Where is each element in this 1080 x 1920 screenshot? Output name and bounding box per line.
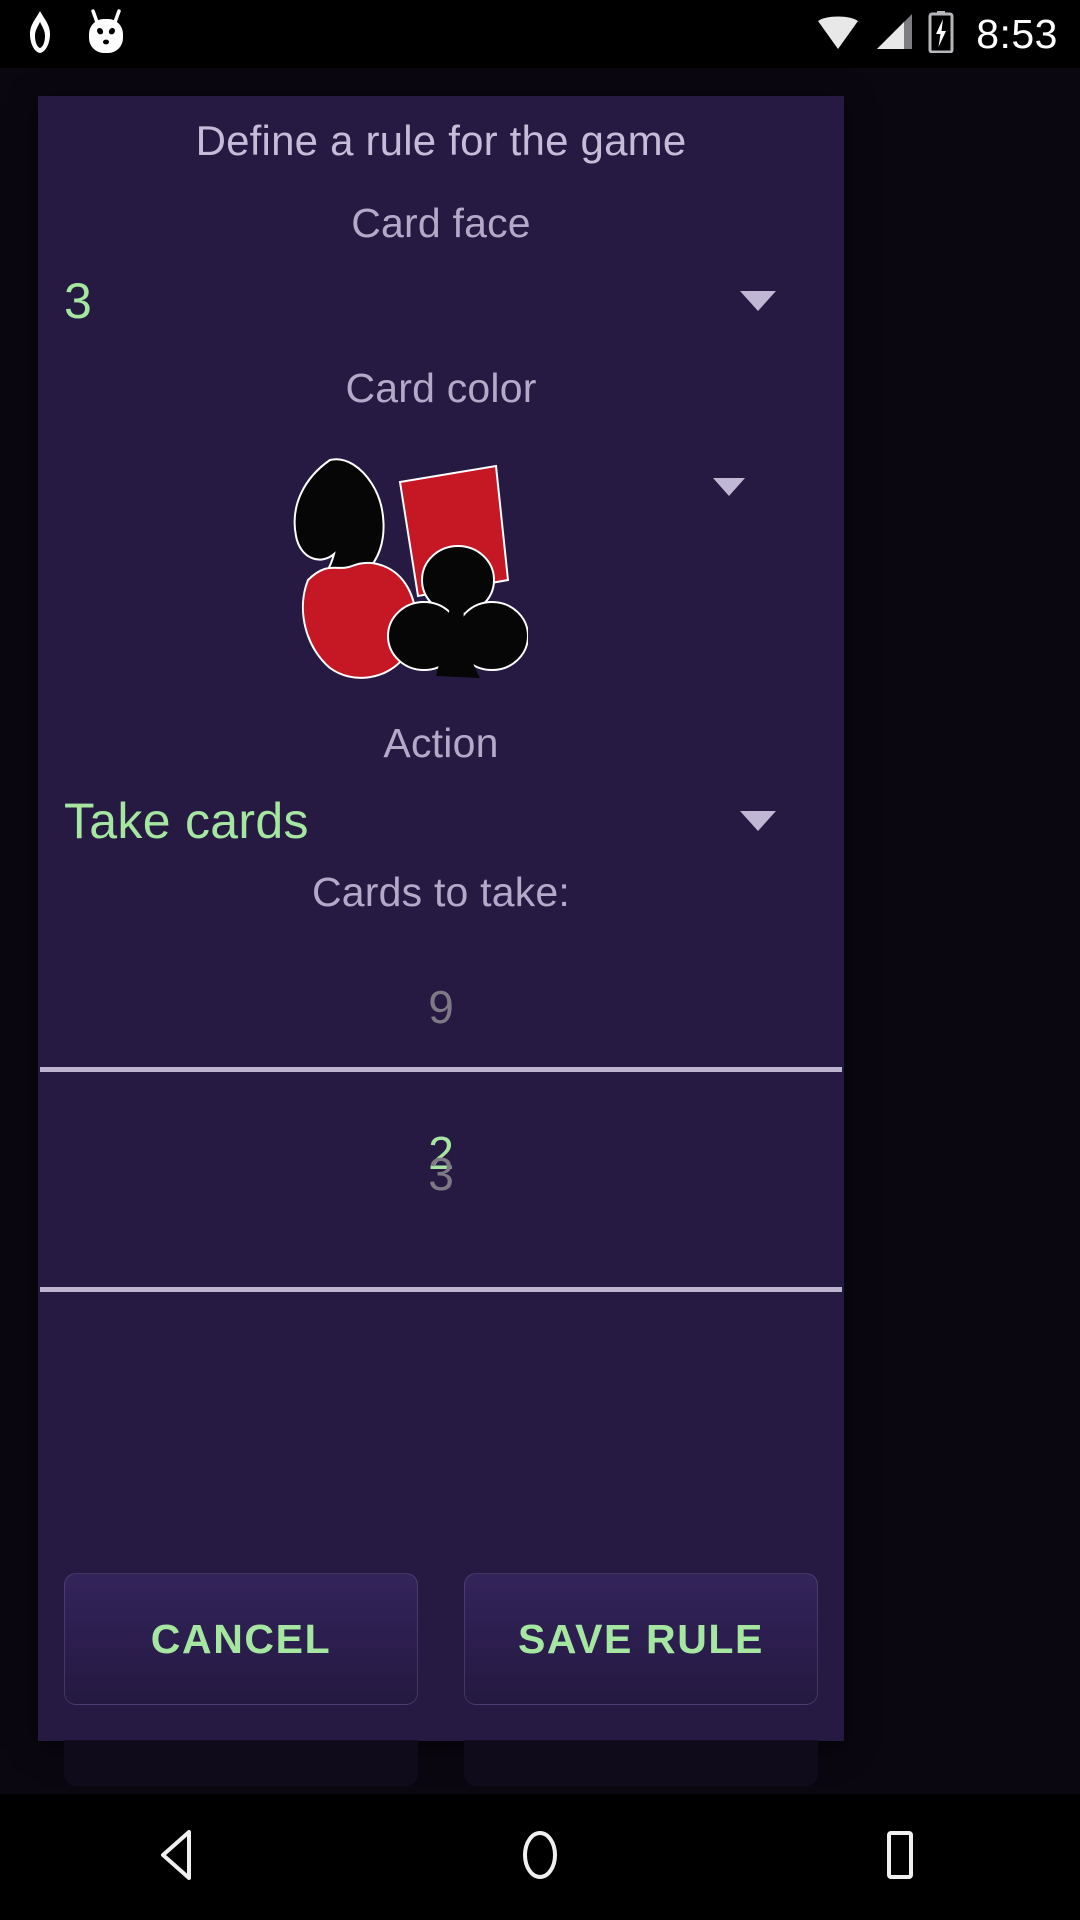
save-rule-button[interactable]: SAVE RULE xyxy=(464,1573,818,1705)
chevron-down-icon[interactable] xyxy=(713,478,745,497)
status-bar-notification-icons xyxy=(22,8,132,60)
back-icon xyxy=(153,1826,207,1889)
nav-back-button[interactable] xyxy=(105,1794,255,1920)
dialog-button-bar: CANCEL SAVE RULE xyxy=(38,1573,844,1705)
phone-screen: 8:53 Define a rule for the game Card fac… xyxy=(0,0,1080,1920)
chevron-down-icon[interactable] xyxy=(740,811,776,832)
status-bar-system-icons: 8:53 xyxy=(816,10,1058,58)
home-icon xyxy=(513,1826,567,1889)
status-bar: 8:53 xyxy=(0,0,1080,68)
number-picker-divider-top xyxy=(40,1067,842,1073)
background-ghost-button-right xyxy=(464,1740,818,1786)
status-bar-clock: 8:53 xyxy=(976,10,1058,57)
battery-charging-icon xyxy=(928,10,954,58)
background-ghost-button-left xyxy=(64,1740,418,1786)
number-picker-next-value[interactable]: 3 xyxy=(38,1151,844,1197)
cards-to-take-label: Cards to take: xyxy=(311,869,571,916)
action-label: Action xyxy=(383,720,499,767)
nav-home-button[interactable] xyxy=(465,1794,615,1920)
cyanogenmod-icon xyxy=(80,8,132,60)
recents-icon xyxy=(873,1826,927,1889)
navigation-bar xyxy=(0,1794,1080,1920)
number-picker-previous-value[interactable]: 9 xyxy=(38,984,844,1030)
wifi-icon xyxy=(816,13,860,56)
flame-icon xyxy=(22,10,58,59)
all-suits-icon xyxy=(293,458,528,680)
card-face-label: Card face xyxy=(351,200,531,247)
number-picker-divider-bottom xyxy=(40,1287,842,1293)
card-face-value: 3 xyxy=(64,273,93,330)
cards-to-take-number-picker[interactable]: 9 2 xyxy=(38,922,844,1335)
nav-recents-button[interactable] xyxy=(825,1794,975,1920)
card-color-spinner[interactable] xyxy=(38,440,844,690)
chevron-down-icon[interactable] xyxy=(740,291,776,312)
cellular-signal-icon xyxy=(874,13,914,56)
rule-dialog: Define a rule for the game Card face 3 C… xyxy=(38,96,844,1741)
action-value: Take cards xyxy=(64,793,309,850)
cancel-button[interactable]: CANCEL xyxy=(64,1573,418,1705)
card-face-spinner[interactable]: 3 xyxy=(38,247,844,355)
action-spinner[interactable]: Take cards xyxy=(38,767,844,875)
dialog-title: Define a rule for the game xyxy=(195,117,687,164)
card-color-label: Card color xyxy=(345,365,537,412)
